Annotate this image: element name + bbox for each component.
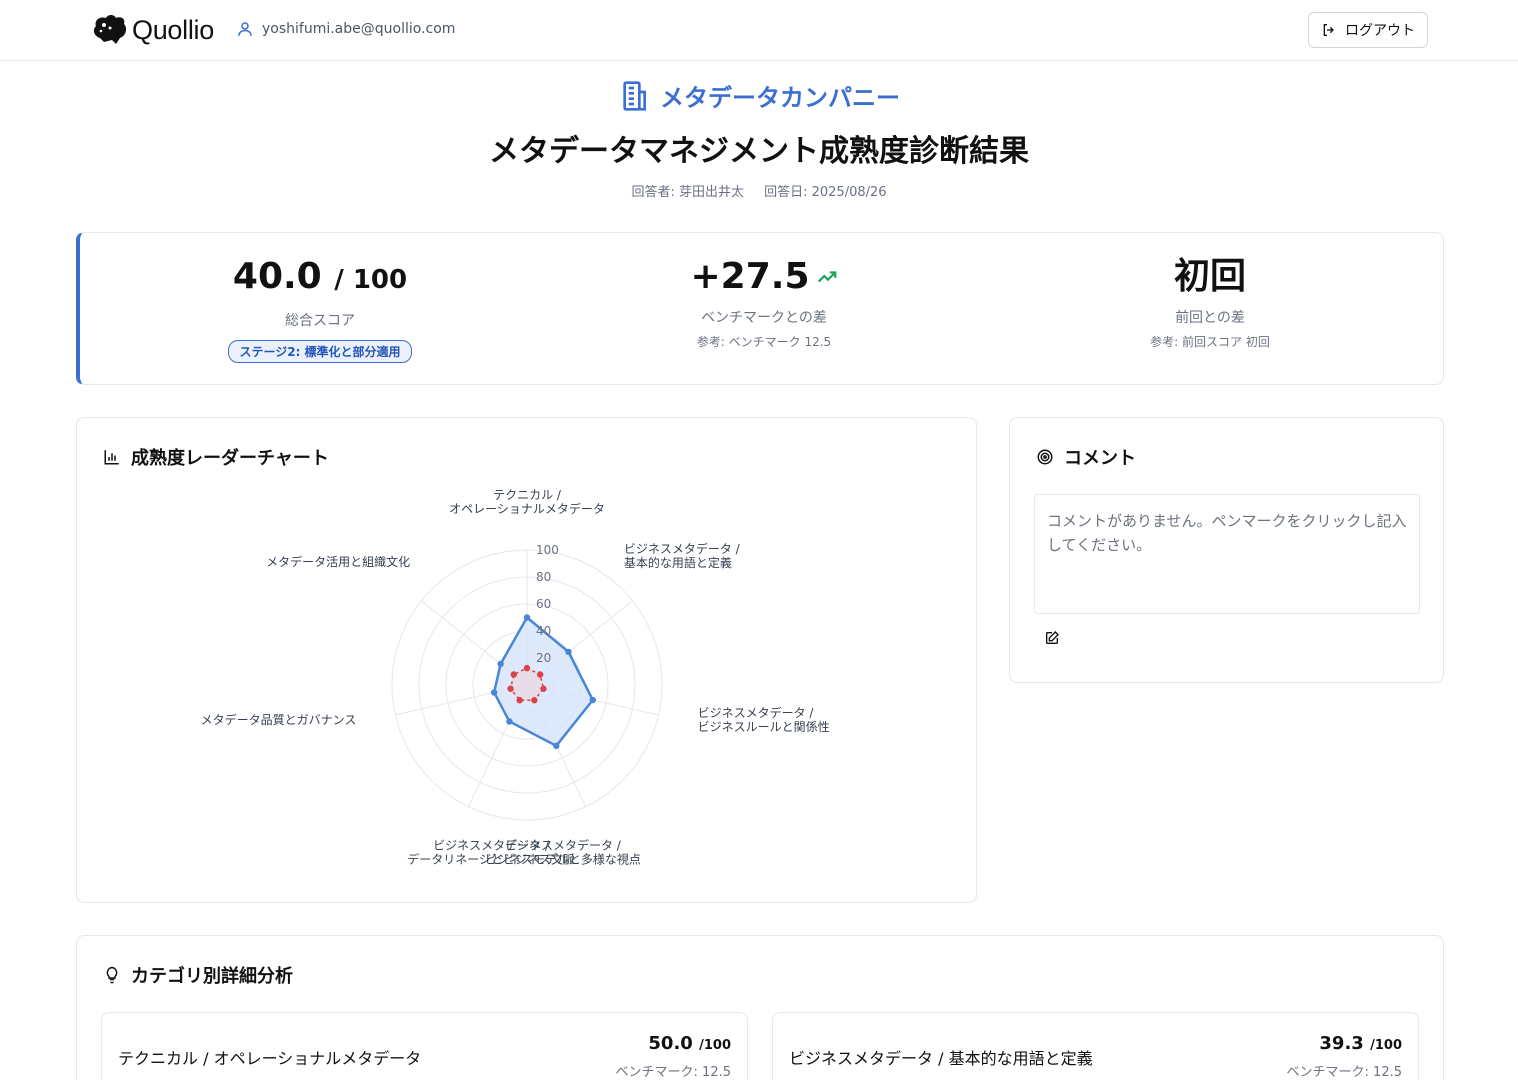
score-summary-card: 40.0 / 100 総合スコア ステージ2: 標準化と部分適用 +27.5 ベ… [76,232,1444,385]
user-info: yoshifumi.abe@quollio.com [236,20,455,38]
radar-benchmark-point [536,671,544,678]
radar-axis-label: メタデータ品質とガバナンス [201,712,357,727]
comment-card-header: コメント [1036,444,1136,470]
category-name: ビジネスメタデータ / 基本的な用語と定義 [789,1049,1093,1068]
previous-reference: 参考: 前回スコア 初回 [1150,335,1270,349]
radar-score-point [497,660,504,668]
radar-axis-label: ビジネスメタデータ /ビジネスルールと関係性 [698,705,830,734]
answered-date: 回答日: 2025/08/26 [764,185,887,200]
radar-tick-label: 80 [536,570,551,584]
logout-label: ログアウト [1345,22,1415,38]
radar-benchmark-point [523,664,531,672]
radar-score-point [523,614,531,621]
radar-score-point [553,742,560,750]
trending-up-icon [817,271,836,283]
previous-diff: 初回 [1173,256,1246,297]
lightbulb-icon [106,966,118,984]
category-card-header: カテゴリ別詳細分析 [103,962,293,988]
category-benchmark: ベンチマーク: 12.5 [615,1065,731,1080]
total-score-label: 総合スコア [285,313,355,329]
company-name-row: メタデータカンパニー [0,78,1518,113]
total-score-block: 40.0 / 100 総合スコア ステージ2: 標準化と部分適用 [200,255,440,363]
radar-axis-label: メタデータ活用と組織文化 [266,554,410,569]
radar-benchmark-point [507,685,514,692]
benchmark-diff-block: +27.5 ベンチマークとの差 参考: ベンチマーク 12.5 [644,255,884,350]
top-bar: Quollio yoshifumi.abe@quollio.com ログアウト [0,0,1518,61]
user-email: yoshifumi.abe@quollio.com [262,21,456,37]
target-icon [1037,449,1053,465]
previous-diff-block: 初回 前回との差 参考: 前回スコア 初回 [1090,255,1330,350]
comment-card: コメント コメントがありません。ペンマークをクリックし記入してください。 [1009,417,1444,683]
pen-icon [1046,631,1059,644]
respondent-name: 回答者: 芽田出井太 [631,185,744,200]
category-card-title: カテゴリ別詳細分析 [131,966,293,987]
radar-axis-label: テクニカル /オペレーショナルメタデータ [449,488,605,516]
radar-benchmark-point [540,685,547,692]
category-item[interactable]: テクニカル / オペレーショナルメタデータ 50.0 /100 ベンチマーク: … [101,1012,748,1080]
radar-tick-label: 40 [536,624,551,638]
user-icon [238,22,252,36]
stage-badge: ステージ2: 標準化と部分適用 [228,340,412,363]
radar-score-point [490,689,498,696]
category-analysis-card: カテゴリ別詳細分析 テクニカル / オペレーショナルメタデータ 50.0 /10… [76,935,1444,1080]
radar-benchmark-point [516,697,523,704]
radar-tick-label: 20 [536,651,551,665]
radar-tick-label: 100 [536,543,559,557]
radar-benchmark-point [531,697,538,704]
building-icon [623,80,646,111]
logo-text: Quollio [132,14,214,45]
edit-comment-button[interactable] [1044,630,1064,650]
comment-text-area[interactable]: コメントがありません。ペンマークをクリックし記入してください。 [1034,494,1420,614]
category-benchmark: ベンチマーク: 12.5 [1286,1065,1402,1080]
logout-icon [1323,24,1334,36]
total-score: 40.0 / 100 [232,256,408,297]
quollio-logo[interactable]: Quollio [90,12,214,48]
benchmark-diff-label: ベンチマークとの差 [701,310,827,326]
radar-chart: 20406080100テクニカル /オペレーショナルメタデータビジネスメタデータ… [201,488,830,867]
radar-score-point [565,648,572,656]
radar-axis-label: ビジネスメタデータ /基本的な用語と定義 [624,541,741,570]
category-score: 39.3 /100 [1319,1033,1402,1054]
benchmark-diff: +27.5 [644,255,884,299]
radar-chart-card: 成熟度レーダーチャート 20 40 60 80 100 テクニカル /オペレーショナルメタ… [76,417,977,903]
comment-card-title: コメント [1064,448,1136,469]
category-name: テクニカル / オペレーショナルメタデータ [118,1049,422,1068]
benchmark-reference: 参考: ベンチマーク 12.5 [696,335,832,349]
radar-tick-label: 60 [536,597,551,611]
radar-score-point [506,718,513,725]
page-title: メタデータマネジメント成熟度診断結果 [489,134,1029,169]
category-score: 50.0 /100 [648,1033,731,1054]
previous-diff-label: 前回との差 [1175,310,1245,326]
quokka-logo-icon [93,15,127,44]
company-name: メタデータカンパニー [660,84,900,112]
logout-button[interactable]: ログアウト [1308,12,1428,48]
category-item[interactable]: ビジネスメタデータ / 基本的な用語と定義 39.3 /100 ベンチマーク: … [772,1012,1419,1080]
respondent-info: 回答者: 芽田出井太 回答日: 2025/08/26 [0,181,1518,200]
radar-score-point [589,696,597,704]
radar-benchmark-point [510,671,518,678]
